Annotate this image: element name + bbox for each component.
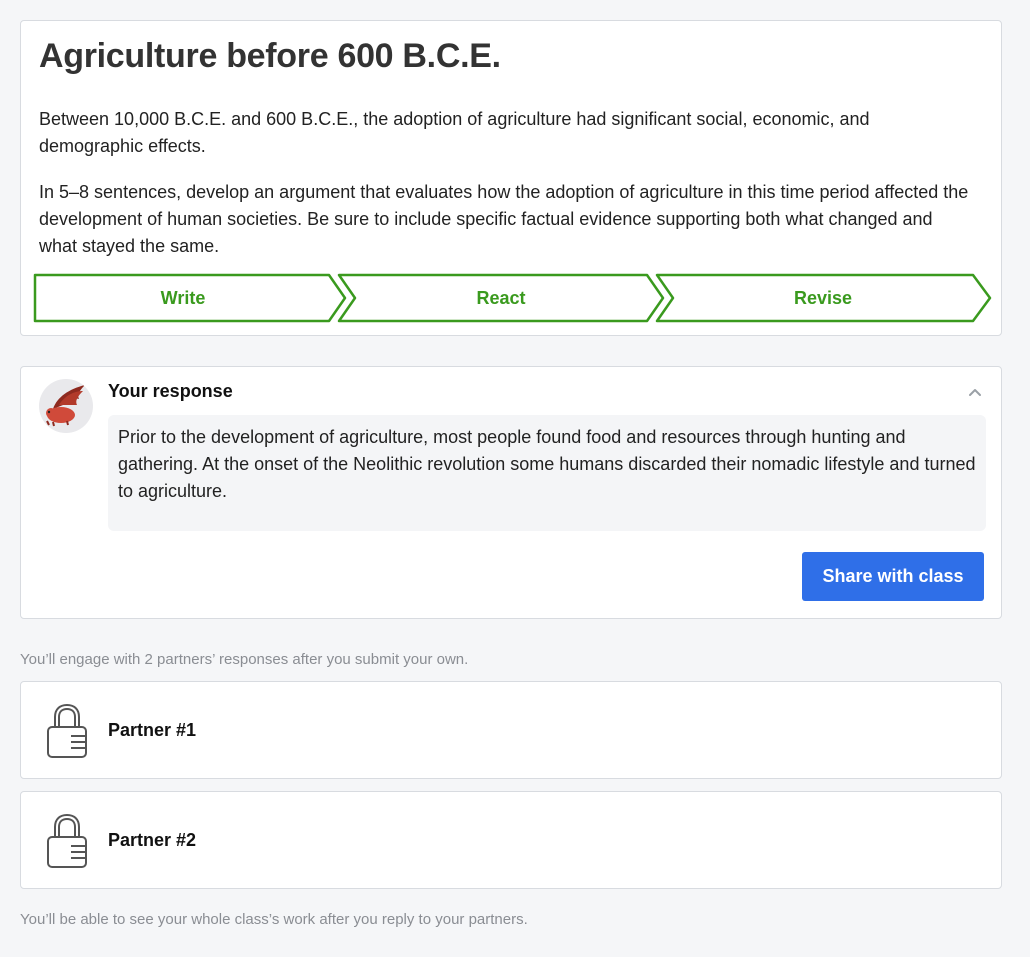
response-card: Your response Prior to the development o… [20,366,1002,619]
prompt-intro-text: Between 10,000 B.C.E. and 600 B.C.E., th… [39,109,870,156]
response-text[interactable]: Prior to the development of agriculture,… [108,415,986,531]
partner-card: Partner #1 [20,681,1002,779]
page-title: Agriculture before 600 B.C.E. [39,37,501,75]
step-progress: Write React Revise [33,273,993,323]
lock-icon [45,703,89,759]
share-with-class-button[interactable]: Share with class [802,552,984,601]
avatar [39,379,93,433]
partner-label: Partner #2 [108,830,197,850]
engage-note: You’ll engage with 2 partners’ responses… [20,651,469,668]
chevron-up-icon[interactable] [967,385,983,399]
partner-label: Partner #1 [108,720,197,740]
lock-icon [45,813,89,869]
step-revise[interactable]: Revise [673,273,973,323]
response-heading: Your response [108,381,233,401]
whole-class-note: You’ll be able to see your whole class’s… [20,911,528,928]
step-react[interactable]: React [351,273,651,323]
partner-card: Partner #2 [20,791,1002,889]
prompt-card: Agriculture before 600 B.C.E. Between 10… [20,20,1002,336]
step-write[interactable]: Write [35,273,331,323]
dragon-icon [46,385,85,427]
prompt-instructions-text: In 5–8 sentences, develop an argument th… [39,182,969,256]
